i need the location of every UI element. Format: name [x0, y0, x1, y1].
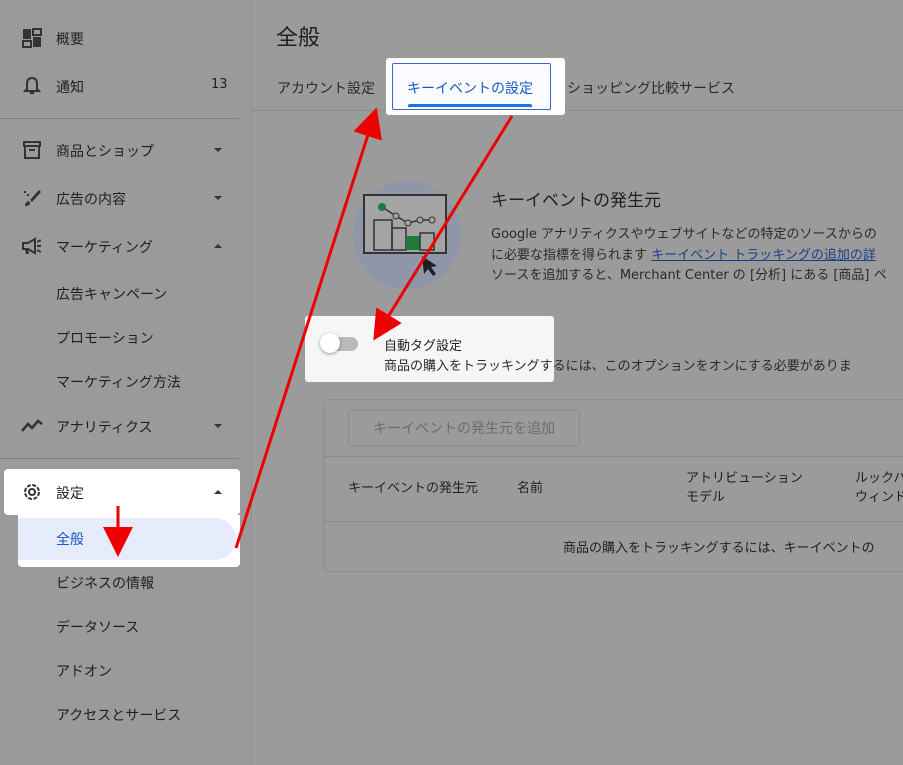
brush-icon [20, 188, 44, 208]
column-header-source[interactable]: キーイベントの発生元 [348, 479, 478, 498]
sidebar-subitem-business-info[interactable]: ビジネスの情報 [56, 573, 154, 593]
sidebar-item-label: アナリティクス [56, 420, 153, 436]
sidebar-item-label: マーケティング [56, 240, 153, 256]
sidebar-subitem-general[interactable]: 全般 [56, 529, 84, 549]
dashboard-icon [20, 28, 44, 48]
megaphone-icon [20, 236, 44, 256]
table-divider [324, 521, 903, 522]
sidebar-subitem-marketing-methods[interactable]: マーケティング方法 [56, 372, 181, 392]
auto-tagging-description: 商品の購入をトラッキングするには、このオプションをオンにする必要がありま [384, 359, 852, 374]
description-line: ソースを追加すると、Merchant Center の [分析] にある [商品… [491, 268, 887, 283]
trend-icon [20, 416, 44, 436]
sidebar-item-label: 設定 [56, 486, 84, 502]
chevron-down-icon [214, 148, 222, 152]
store-icon [20, 140, 44, 160]
sidebar-item-settings[interactable]: 設定 [0, 472, 251, 512]
auto-tagging-title: 自動タグ設定 [384, 339, 463, 354]
analytics-illustration [353, 181, 461, 289]
add-key-event-source-button[interactable]: キーイベントの発生元を追加 [348, 410, 580, 446]
tab-comparison-shopping[interactable]: ショッピング比較サービス [567, 78, 735, 98]
auto-tagging-toggle-knob[interactable] [320, 333, 340, 353]
sidebar-item-products-shop[interactable]: 商品とショップ [0, 130, 251, 170]
table-empty-message: 商品の購入をトラッキングするには、キーイベントの [563, 541, 875, 556]
sidebar-subitem-addons[interactable]: アドオン [56, 661, 112, 681]
sidebar-subitem-data-sources[interactable]: データソース [56, 617, 139, 637]
description-line: Google アナリティクスやウェブサイトなどの特定のソースからの [491, 227, 877, 242]
sidebar-subitem-promotions[interactable]: プロモーション [56, 328, 154, 348]
chevron-down-icon [214, 424, 222, 428]
sidebar-item-overview[interactable]: 概要 [0, 18, 251, 58]
page-title: 全般 [276, 26, 321, 51]
sidebar-item-label: 広告の内容 [56, 192, 126, 208]
key-event-tracking-link[interactable]: キーイベント トラッキングの追加の詳 [651, 248, 876, 263]
gear-icon [20, 482, 44, 502]
chevron-down-icon [214, 196, 222, 200]
description-line: に必要な指標を得られます キーイベント トラッキングの追加の詳 [491, 248, 876, 263]
general-active-pill [18, 518, 236, 560]
sidebar-divider [0, 118, 239, 119]
sidebar-item-label: 商品とショップ [56, 144, 154, 160]
tab-bar-divider [252, 110, 903, 111]
sidebar-item-analytics[interactable]: アナリティクス [0, 406, 251, 446]
bell-icon [20, 76, 44, 96]
tab-key-event-settings[interactable]: キーイベントの設定 [407, 78, 533, 98]
table-divider [324, 456, 903, 457]
active-tab-indicator [408, 104, 532, 107]
chevron-up-icon [214, 490, 222, 494]
column-header-name[interactable]: 名前 [517, 479, 543, 498]
sidebar-divider [0, 458, 239, 459]
sidebar-item-notifications[interactable]: 通知 13 [0, 66, 251, 106]
chevron-up-icon [214, 244, 222, 248]
column-header-lookback-window[interactable]: ルックバ ウィンド [855, 469, 903, 507]
section-title: キーイベントの発生元 [491, 191, 661, 211]
notification-count-badge: 13 [211, 77, 228, 92]
sidebar-subitem-access-services[interactable]: アクセスとサービス [56, 705, 181, 725]
main-content [252, 0, 903, 765]
sidebar-subitem-campaigns[interactable]: 広告キャンペーン [56, 284, 167, 304]
sidebar-item-label: 概要 [56, 32, 84, 48]
column-header-attribution-model[interactable]: アトリビューション モデル [686, 469, 803, 507]
sidebar-item-label: 通知 [56, 80, 84, 96]
tab-account-settings[interactable]: アカウント設定 [277, 78, 375, 98]
sidebar-item-marketing[interactable]: マーケティング [0, 226, 251, 266]
sidebar-item-ad-content[interactable]: 広告の内容 [0, 178, 251, 218]
